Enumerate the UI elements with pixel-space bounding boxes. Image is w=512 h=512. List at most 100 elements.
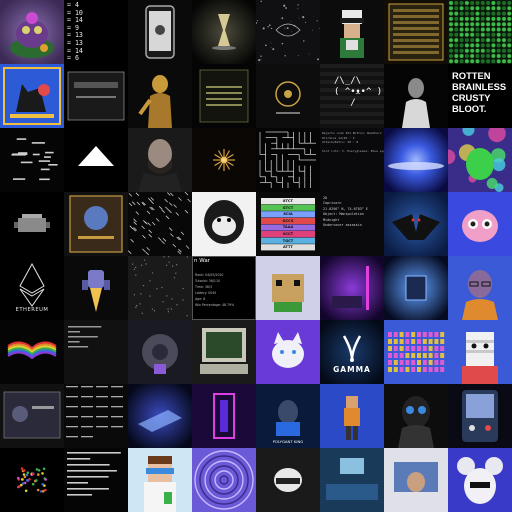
- tile-hourglass-glow[interactable]: [192, 0, 256, 64]
- tile-dark-portrait-art: [384, 64, 448, 128]
- tile-blue-ship-art: [128, 384, 192, 448]
- tile-rotten-text[interactable]: ROTTEN BRAINLESS CRUSTY BLOOT.: [448, 64, 512, 128]
- tile-ethereum-logo[interactable]: ETHEREUM: [0, 256, 64, 320]
- tile-pixel-cloud[interactable]: [0, 192, 64, 256]
- tile-neon-corridor[interactable]: [192, 384, 256, 448]
- color-label-5: TAAA: [282, 225, 294, 230]
- tile-vault-card-art: [0, 384, 64, 448]
- tile-white-triangle[interactable]: [64, 128, 128, 192]
- tile-retro-computer-art: [192, 320, 256, 384]
- tile-purple-fractal[interactable]: [192, 448, 256, 512]
- color-label-3: 8CIA: [283, 212, 293, 217]
- tile-blue-ship[interactable]: [128, 384, 192, 448]
- ascii-face-text: /\_/\ ( ^•ᴥ•^ ) /: [334, 76, 383, 108]
- tile-pixel-man-orange[interactable]: [320, 384, 384, 448]
- tile-code-columns[interactable]: [64, 384, 128, 448]
- tile-gamma-logo[interactable]: GAMMA: [320, 320, 384, 384]
- tile-dark-portrait[interactable]: [384, 64, 448, 128]
- tile-polygant-king[interactable]: POLYGANT KING: [256, 384, 320, 448]
- tile-pixel-frog[interactable]: [256, 256, 320, 320]
- tile-music-sequencer[interactable]: [384, 320, 448, 384]
- tile-psychedelic-creature[interactable]: [448, 128, 512, 192]
- tile-dark-texture[interactable]: [128, 256, 192, 320]
- tile-hourglass-glow-art: [192, 0, 256, 64]
- tile-confetti-cluster-art: [0, 448, 64, 512]
- n-war-title: n War: [194, 258, 210, 264]
- tile-confetti-cluster[interactable]: [0, 448, 64, 512]
- ethereum-label: ETHEREUM: [15, 307, 49, 313]
- tile-gasmask-figure[interactable]: [384, 384, 448, 448]
- tile-helmet-object-art: [256, 448, 320, 512]
- tile-gorilla-bw[interactable]: [192, 192, 256, 256]
- tile-terminal-info[interactable]: [64, 320, 128, 384]
- tile-neon-room-art: [320, 256, 384, 320]
- tile-gold-emblem[interactable]: [256, 64, 320, 128]
- tile-n-war-stats[interactable]: n War Rank: 04/05/2020 Tutorial: 36/110 T…: [192, 256, 256, 320]
- tile-maze-art: [256, 128, 320, 192]
- tile-color-label-bars[interactable]: 8TCT GTCT 8CIA GCCS TAAA 9CCT TGCT ATTT: [256, 192, 320, 256]
- tile-living-room[interactable]: [320, 448, 384, 512]
- tile-gold-table-art: [384, 0, 448, 64]
- tile-glowing-cube[interactable]: [384, 256, 448, 320]
- tile-pixel-scientist[interactable]: [128, 448, 192, 512]
- tile-pixel-character-glasses[interactable]: [320, 0, 384, 64]
- tile-phone-device-art: [128, 0, 192, 64]
- tile-purple-creature[interactable]: [0, 0, 64, 64]
- tile-gold-star-burst-art: [192, 128, 256, 192]
- tile-gorilla-bw-art: [192, 192, 256, 256]
- tile-neon-room[interactable]: [320, 256, 384, 320]
- tile-equation-list[interactable]: = 4 = 10 = 14 = 9 = 13 = 13 = 14 = 6: [64, 0, 128, 64]
- tile-rocket-robot[interactable]: [64, 256, 128, 320]
- tile-green-dots-art: [448, 0, 512, 64]
- gamma-label: GAMMA: [333, 365, 371, 374]
- tile-japanese-text[interactable]: [64, 448, 128, 512]
- tile-pixel-cloud-art: [0, 192, 64, 256]
- tile-game-menu[interactable]: [192, 64, 256, 128]
- tile-framed-video[interactable]: [64, 64, 128, 128]
- tile-ascii-face[interactable]: /\_/\ ( ^•ᴥ•^ ) /: [320, 64, 384, 128]
- tile-white-triangle-art: [64, 128, 128, 192]
- n-war-stats: Rank: 04/05/2020 Tutorial: 36/110 Time: …: [195, 273, 235, 307]
- tile-word-cloud[interactable]: [0, 128, 64, 192]
- tile-gasmask-figure-art: [384, 384, 448, 448]
- tile-maze[interactable]: [256, 128, 320, 192]
- tile-pink-creature-art: [448, 192, 512, 256]
- tile-vault-card[interactable]: [0, 384, 64, 448]
- tile-stormtrooper-mouse[interactable]: [448, 448, 512, 512]
- tile-word-cloud-art: [0, 128, 64, 192]
- tile-gold-star-burst[interactable]: [192, 128, 256, 192]
- tile-purple-creature-art: [0, 0, 64, 64]
- tile-framed-video-art: [64, 64, 128, 128]
- tile-retro-computer[interactable]: [192, 320, 256, 384]
- tile-bearded-man[interactable]: [128, 128, 192, 192]
- tile-gear-machine-art: [128, 320, 192, 384]
- tile-coordinates-text[interactable]: 28 Capricorn 21.0296° N, 74.6783° E Obje…: [320, 192, 384, 256]
- tile-dash-pattern[interactable]: [128, 192, 192, 256]
- tile-car-window-man[interactable]: [384, 448, 448, 512]
- tile-phone-device[interactable]: [128, 0, 192, 64]
- tile-glowing-cube-art: [384, 256, 448, 320]
- tile-bald-avatar[interactable]: [448, 256, 512, 320]
- tile-pixel-man-orange-art: [320, 384, 384, 448]
- tile-rainbow-mustache[interactable]: [0, 320, 64, 384]
- tile-gear-machine[interactable]: [128, 320, 192, 384]
- tile-blue-dog-art[interactable]: [0, 64, 64, 128]
- tile-japanese-text-art: [64, 448, 128, 512]
- tile-gold-table[interactable]: [384, 0, 448, 64]
- tile-data-text[interactable]: Rejects code 301 Button: Weatherx Hit/mi…: [320, 128, 384, 192]
- tile-gold-figure[interactable]: [128, 64, 192, 128]
- tile-white-cat[interactable]: [256, 320, 320, 384]
- tile-framed-planet-card[interactable]: [64, 192, 128, 256]
- tile-retro-handheld[interactable]: [448, 384, 512, 448]
- tile-winged-demon[interactable]: [384, 192, 448, 256]
- tile-framed-planet-card-art: [64, 192, 128, 256]
- tile-dark-sparkle[interactable]: [256, 0, 320, 64]
- tile-pink-creature[interactable]: [448, 192, 512, 256]
- tile-gold-figure-art: [128, 64, 192, 128]
- tile-green-dots[interactable]: [448, 0, 512, 64]
- tile-helmet-object[interactable]: [256, 448, 320, 512]
- tile-blue-light[interactable]: [384, 128, 448, 192]
- tile-mummy-avatar[interactable]: [448, 320, 512, 384]
- tile-car-window-man-art: [384, 448, 448, 512]
- color-label-1: 8TCT: [282, 199, 294, 203]
